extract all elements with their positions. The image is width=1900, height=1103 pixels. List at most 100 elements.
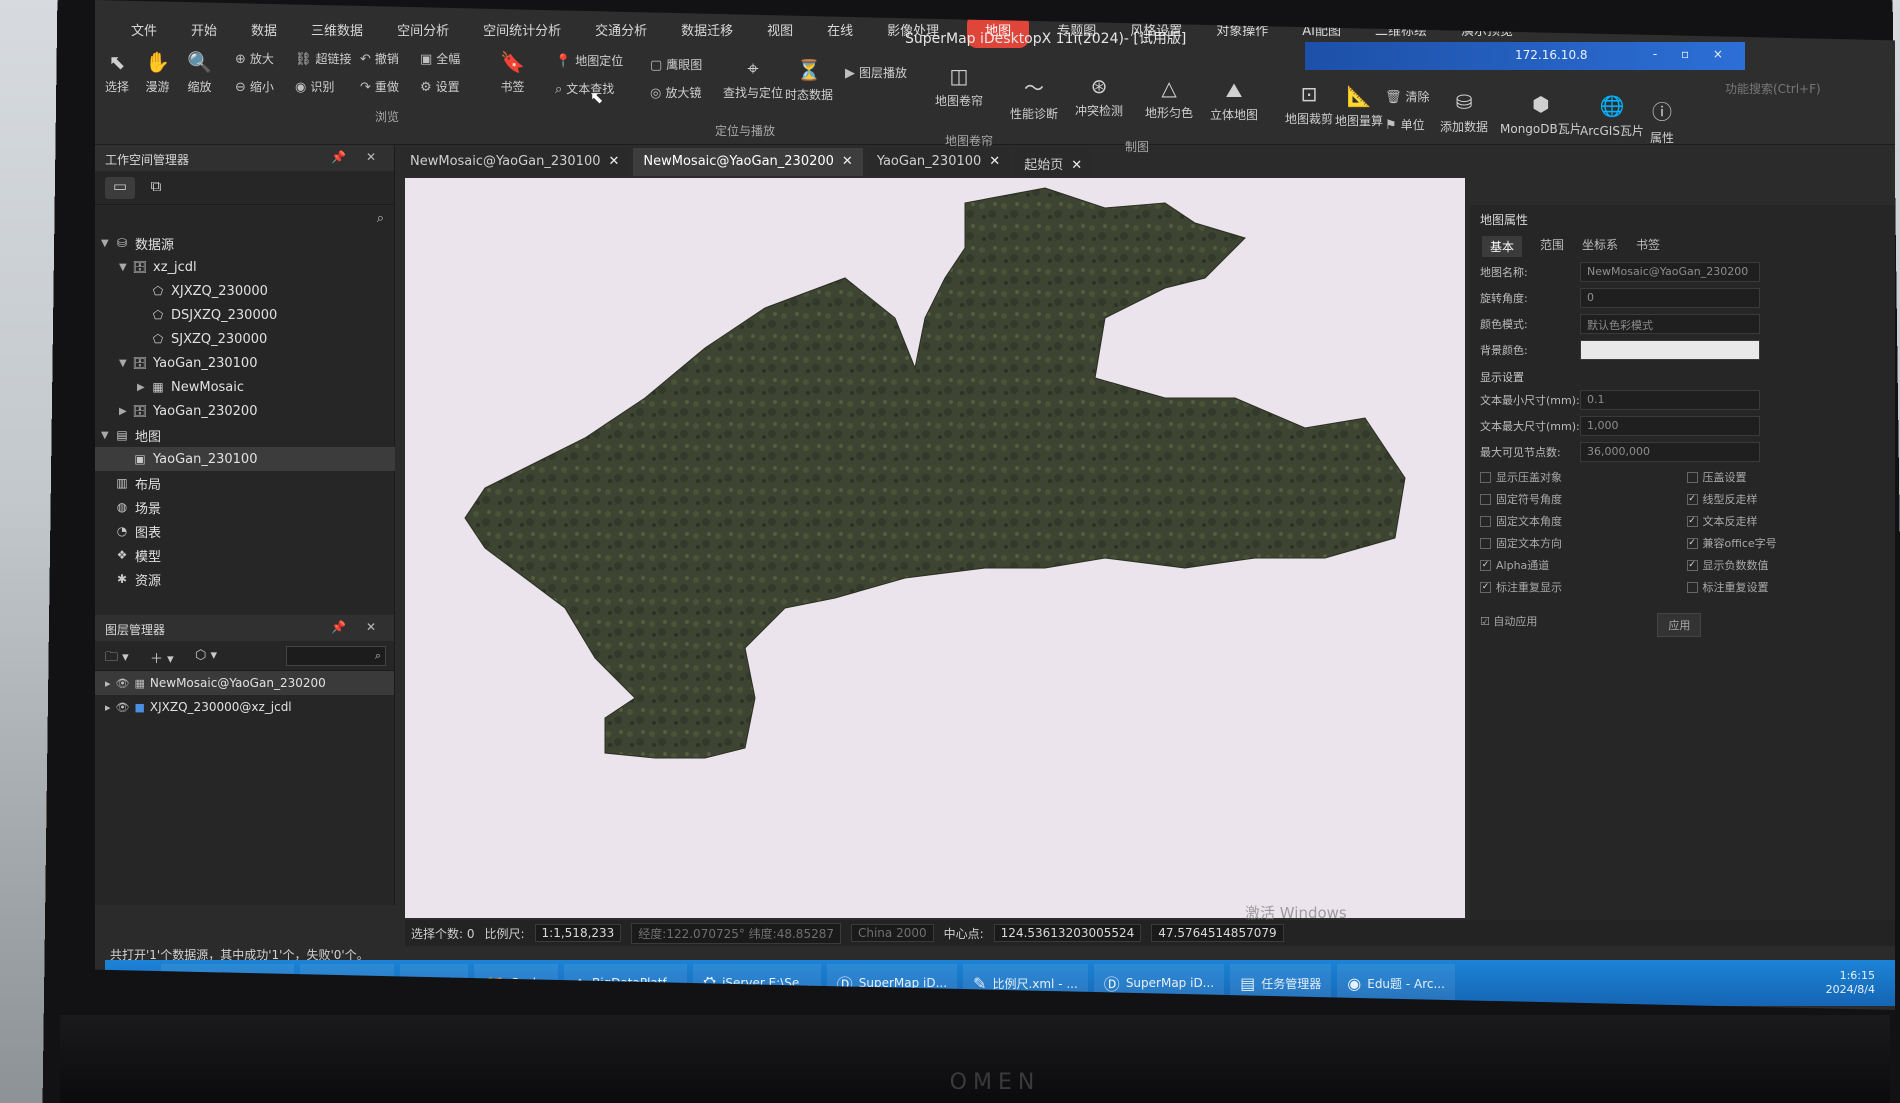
prop-value-field[interactable]: 默认色彩模式 (1580, 314, 1760, 334)
auto-apply-checkbox[interactable]: ☑ 自动应用 (1480, 613, 1537, 637)
center-x-field[interactable]: 124.53613203005524 (993, 924, 1142, 942)
tree-item[interactable]: ⬠ SJXZQ_230000 (95, 327, 395, 351)
eagle-eye-button[interactable]: ▢ 鹰眼图 (650, 56, 702, 73)
expand-arrow-icon[interactable]: ▸ (105, 701, 111, 714)
layer-row[interactable]: ▸ 👁 ■ XJXZQ_230000@xz_jcdl (95, 695, 394, 719)
props-tab[interactable]: 书签 (1636, 236, 1660, 257)
redo-button[interactable]: ↷ 重做 (360, 78, 399, 95)
zoom-in-button[interactable]: ⊕ 放大 (235, 50, 274, 67)
tree-item[interactable]: ▣ YaoGan_230100 (95, 447, 395, 471)
tree-expand-arrow-icon[interactable]: ▶ (119, 406, 131, 417)
arcgis-tiles-button[interactable]: 🌐 ArcGIS瓦片 (1580, 94, 1644, 139)
option-checkbox[interactable]: ✓ 文本反走样 (1686, 513, 1886, 529)
tree-item[interactable]: ▼ ⛁ 数据源 (95, 231, 395, 255)
option-checkbox[interactable]: ✓ 兼容office字号 (1686, 535, 1886, 551)
map-locate-button[interactable]: 📍 地图定位 (555, 52, 623, 69)
tree-item[interactable]: ✱ 资源 (95, 567, 395, 591)
ribbon-tab-7[interactable]: 数据迁移 (675, 14, 739, 48)
tree-item[interactable]: ◔ 图表 (95, 519, 395, 543)
option-checkbox[interactable]: ✓ 线型反走样 (1686, 491, 1886, 507)
ribbon-tab-2[interactable]: 数据 (245, 14, 283, 48)
tree-item[interactable]: ▼ 🗄 YaoGan_230100 (95, 351, 395, 375)
ribbon-tab-8[interactable]: 视图 (761, 14, 799, 48)
workspace-tree-icon[interactable]: ▭ (105, 177, 135, 199)
panel-pin-close-icon[interactable]: 📌 ✕ (331, 150, 384, 164)
add-layer-icon[interactable]: ＋ ▾ (150, 648, 174, 667)
zoom-out-button[interactable]: ⊖ 缩小 (235, 78, 274, 95)
ribbon-tab-5[interactable]: 空间统计分析 (477, 14, 567, 48)
document-tab[interactable]: YaoGan_230100 ✕ (866, 148, 1011, 176)
option-checkbox[interactable]: 压盖设置 (1686, 469, 1886, 485)
layer-play-button[interactable]: ▶ 图层播放 (845, 64, 907, 81)
tree-item[interactable]: ▥ 布局 (95, 471, 395, 495)
add-data-button[interactable]: ⛁ 添加数据 (1440, 90, 1488, 135)
mongodb-tiles-button[interactable]: ⬢ MongoDB瓦片 (1500, 92, 1582, 137)
conflict-check-button[interactable]: ⊛ 冲突检测 (1075, 74, 1123, 119)
close-icon[interactable]: ✕ (842, 154, 853, 169)
tree-expand-arrow-icon[interactable]: ▼ (119, 358, 131, 369)
map-scroll-button[interactable]: ◫ 地图卷帘 (935, 64, 983, 109)
text-search-button[interactable]: ⌕ 文本查找 (555, 80, 614, 97)
option-checkbox[interactable]: 标注重复设置 (1686, 579, 1886, 595)
props-tab[interactable]: 范围 (1540, 236, 1564, 257)
layer-style-icon[interactable]: ⬡ ▾ (195, 648, 217, 663)
prop-value-field[interactable]: NewMosaic@YaoGan_230200 (1580, 262, 1760, 282)
visibility-eye-icon[interactable]: 👁 (116, 701, 130, 714)
system-clock[interactable]: 1:6:15 2024/8/4 (1826, 969, 1895, 997)
close-icon[interactable]: ✕ (1071, 158, 1082, 173)
prop-value-field[interactable]: 0.1 (1580, 390, 1760, 410)
tree-item[interactable]: ▶ ▦ NewMosaic (95, 375, 395, 399)
visibility-eye-icon[interactable]: 👁 (116, 677, 130, 690)
zoom-tool-button[interactable]: 🔍 缩放 (187, 50, 212, 95)
stereo-map-button[interactable]: ⛰ 立体地图 (1210, 78, 1258, 123)
clear-button[interactable]: 🗑 清除 (1385, 88, 1430, 105)
perf-diag-button[interactable]: 〜性能诊断 (1010, 72, 1058, 122)
tree-item[interactable]: ▼ ▤ 地图 (95, 423, 395, 447)
prop-value-field[interactable]: 1,000 (1580, 416, 1760, 436)
settings-button[interactable]: ⚙ 设置 (420, 78, 460, 95)
tree-expand-arrow-icon[interactable]: ▼ (119, 262, 131, 273)
undo-button[interactable]: ↶ 撤销 (360, 50, 399, 67)
layer-search-input[interactable]: ⌕ (286, 646, 386, 666)
ribbon-tab-9[interactable]: 在线 (821, 14, 859, 48)
prop-value-field[interactable]: 36,000,000 (1580, 442, 1760, 462)
terrain-shading-button[interactable]: △ 地形匀色 (1145, 76, 1193, 121)
props-tab[interactable]: 基本 (1482, 236, 1523, 257)
properties-button[interactable]: ⓘ 属性 (1650, 96, 1674, 146)
ribbon-tab-3[interactable]: 三维数据 (305, 14, 369, 48)
layer-folder-icon[interactable]: 🗀 ▾ (105, 648, 129, 670)
option-checkbox[interactable]: ✓ 显示负数数值 (1686, 557, 1886, 573)
prop-value-field[interactable]: 0 (1580, 288, 1760, 308)
tree-expand-arrow-icon[interactable]: ▼ (101, 430, 113, 441)
props-tab[interactable]: 坐标系 (1582, 236, 1618, 257)
option-checkbox[interactable]: 固定文本角度 (1480, 513, 1679, 529)
ribbon-tab-4[interactable]: 空间分析 (391, 14, 455, 48)
document-tab[interactable]: 起始页 ✕ (1014, 148, 1093, 176)
tree-expand-arrow-icon[interactable]: ▼ (101, 238, 113, 249)
hyperlink-button[interactable]: ⛓ 超链接 (295, 50, 352, 67)
prop-value-field[interactable] (1580, 340, 1760, 360)
document-tab[interactable]: NewMosaic@YaoGan_230200 ✕ (633, 148, 863, 176)
option-checkbox[interactable]: 固定文本方向 (1480, 535, 1679, 551)
tree-item[interactable]: ⬠ DSJXZQ_230000 (95, 303, 395, 327)
magnifier-button[interactable]: ◎ 放大镜 (650, 84, 701, 101)
unit-button[interactable]: ⚑ 单位 (1385, 116, 1425, 133)
option-checkbox[interactable]: 固定符号角度 (1480, 491, 1679, 507)
bookmark-button[interactable]: 🔖 书签 (500, 50, 525, 95)
pan-tool-button[interactable]: ✋ 漫游 (145, 50, 170, 95)
tree-item[interactable]: ▼ 🗄 xz_jcdl (95, 255, 395, 279)
option-checkbox[interactable]: 显示压盖对象 (1480, 469, 1679, 485)
close-icon[interactable]: ✕ (609, 154, 620, 169)
ribbon-tab-1[interactable]: 开始 (185, 14, 223, 48)
tree-expand-arrow-icon[interactable]: ▶ (137, 382, 149, 393)
option-checkbox[interactable]: ✓ Alpha通道 (1480, 557, 1679, 573)
tree-item[interactable]: ◍ 场景 (95, 495, 395, 519)
tree-item[interactable]: ⬠ XJXZQ_230000 (95, 279, 395, 303)
ribbon-tab-6[interactable]: 交通分析 (589, 14, 653, 48)
temporal-data-button[interactable]: ⏳ 时态数据 (785, 58, 833, 103)
function-search-input[interactable]: 功能搜索(Ctrl+F) (1725, 80, 1821, 97)
map-canvas[interactable] (405, 178, 1465, 918)
close-icon[interactable]: ✕ (989, 154, 1000, 169)
option-checkbox[interactable]: ✓ 标注重复显示 (1480, 579, 1679, 595)
tree-search-icon[interactable]: ⌕ (377, 211, 384, 226)
